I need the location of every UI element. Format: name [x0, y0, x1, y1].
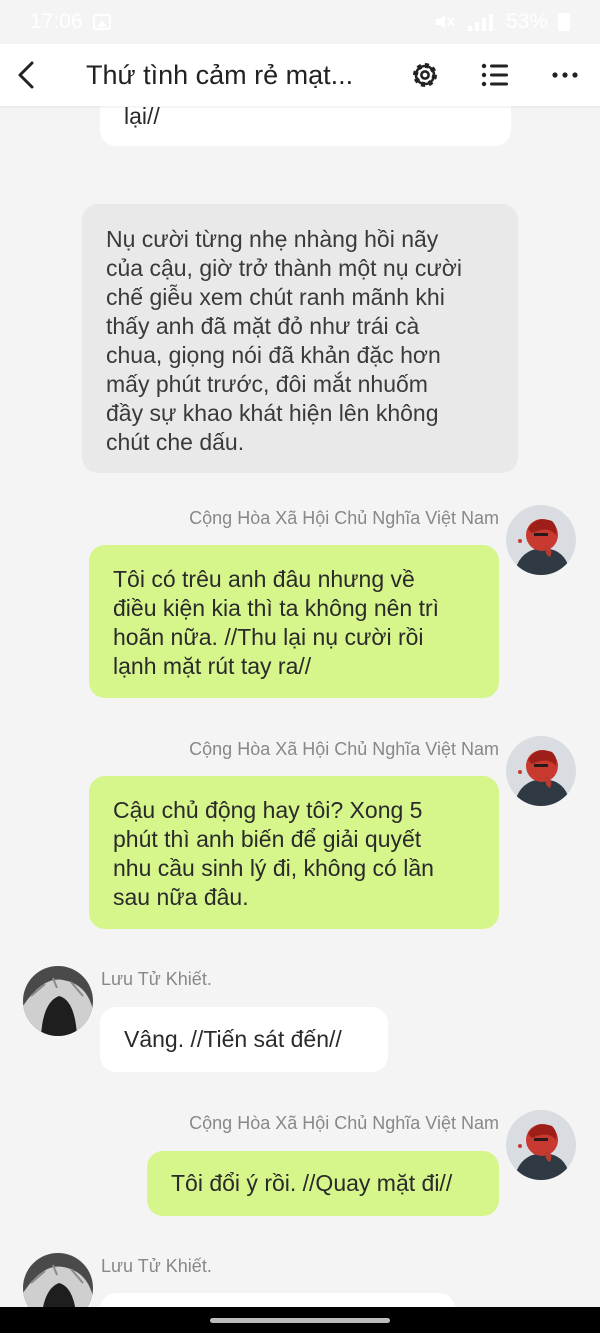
- avatar-red-figure-icon: [506, 505, 576, 575]
- narration-bubble[interactable]: Nụ cười từng nhẹ nhàng hồi nãy của cậu, …: [82, 204, 518, 473]
- message-line: sau nữa đâu.: [113, 884, 249, 910]
- message-line: chút che dấu.: [106, 429, 245, 455]
- message-line: nhu cầu sinh lý đi, không có lần: [113, 855, 434, 881]
- more-icon: [552, 72, 578, 78]
- home-indicator[interactable]: [210, 1318, 390, 1323]
- page-title: Thứ tình cảm rẻ mạt...: [86, 60, 354, 90]
- sent-bubble[interactable]: Cậu chủ động hay tôi? Xong 5 phút thì an…: [89, 776, 499, 929]
- more-button[interactable]: [544, 44, 586, 106]
- sender-name: Cộng Hòa Xã Hội Chủ Nghĩa Việt Nam: [189, 739, 499, 759]
- sent-bubble[interactable]: Tôi đổi ý rồi. //Quay mặt đi//: [147, 1151, 499, 1216]
- mute-icon: [435, 15, 455, 29]
- avatar[interactable]: [506, 505, 576, 575]
- message-line: điều kiện kia thì ta không nên trì: [113, 595, 440, 621]
- message-line: đầy sự khao khát hiện lên không: [106, 400, 439, 426]
- avatar-red-figure-icon: [506, 736, 576, 806]
- avatar[interactable]: [23, 966, 93, 1036]
- message-line: thấy anh đã mặt đỏ như trái cà: [106, 313, 420, 339]
- battery-percent: 53%: [505, 10, 548, 33]
- message-line: Tôi đổi ý rồi. //Quay mặt đi//: [171, 1170, 453, 1196]
- sent-bubble[interactable]: Tôi có trêu anh đâu nhưng về điều kiện k…: [89, 545, 499, 698]
- message-line: chế giễu xem chút ranh mãnh khi: [106, 284, 445, 310]
- list-icon: [481, 63, 508, 87]
- signal-icon: [467, 14, 493, 31]
- message-line: Cậu chủ động hay tôi? Xong 5: [113, 797, 423, 823]
- sender-name: Cộng Hòa Xã Hội Chủ Nghĩa Việt Nam: [189, 1113, 499, 1133]
- gallery-icon: [92, 14, 111, 30]
- message-line: của cậu, giờ trở thành một nụ cười: [106, 255, 462, 281]
- back-button[interactable]: [6, 44, 46, 106]
- avatar-dark-figure-icon: [23, 966, 93, 1036]
- sender-name: Cộng Hòa Xã Hội Chủ Nghĩa Việt Nam: [189, 508, 499, 528]
- message-line: mấy phút trước, đôi mắt nhuốm: [106, 371, 428, 397]
- message-line: Tôi có trêu anh đâu nhưng về: [113, 566, 415, 592]
- sender-name: Lưu Tử Khiết.: [101, 969, 212, 989]
- status-bar: 17:06 53%: [0, 0, 600, 44]
- received-bubble[interactable]: Vâng. //Tiến sát đến//: [100, 1007, 388, 1072]
- list-button[interactable]: [474, 44, 516, 106]
- sender-name: Lưu Tử Khiết.: [101, 1256, 212, 1276]
- message-line: hoãn nữa. //Thu lại nụ cười rồi: [113, 624, 424, 650]
- avatar[interactable]: [506, 1110, 576, 1180]
- message-line: lạnh mặt rút tay ra//: [113, 653, 312, 679]
- battery-icon: [558, 13, 570, 31]
- gear-icon: [413, 63, 437, 87]
- avatar-red-figure-icon: [506, 1110, 576, 1180]
- back-arrow-icon: [18, 61, 34, 89]
- message-line: lại//: [124, 103, 160, 129]
- status-time: 17:06: [30, 10, 83, 33]
- avatar[interactable]: [506, 736, 576, 806]
- settings-button[interactable]: [404, 44, 446, 106]
- message-line: Nụ cười từng nhẹ nhàng hồi nãy: [106, 226, 439, 252]
- chat-area[interactable]: lại// Nụ cười từng nhẹ nhàng hồi nãy của…: [0, 0, 600, 1333]
- message-line: chua, giọng nói đã khản đặc hơn: [106, 342, 441, 368]
- app-header: Thứ tình cảm rẻ mạt...: [0, 44, 600, 106]
- message-line: Vâng. //Tiến sát đến//: [124, 1026, 342, 1052]
- message-line: phút thì anh biến để giải quyết: [113, 826, 422, 852]
